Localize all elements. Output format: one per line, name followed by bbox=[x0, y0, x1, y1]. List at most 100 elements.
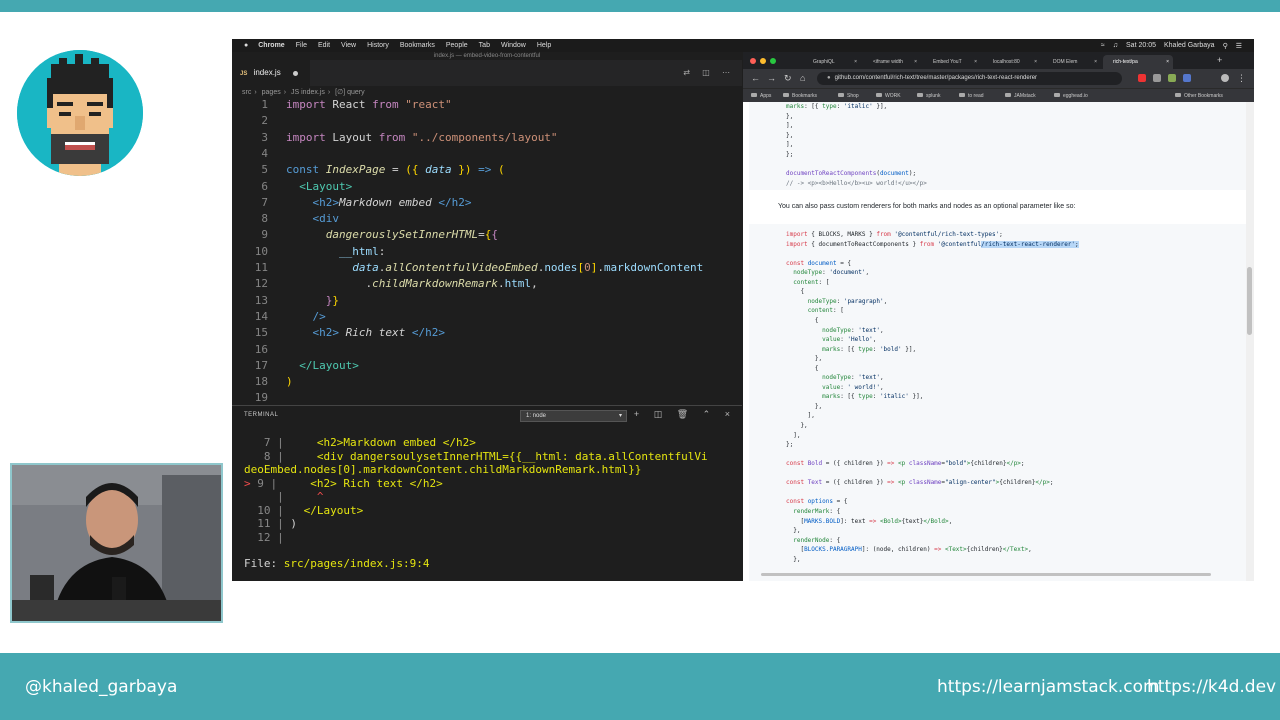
menu-bookmarks[interactable]: Bookmarks bbox=[400, 42, 435, 49]
close-icon[interactable]: × bbox=[1166, 55, 1169, 69]
volume-icon[interactable]: ♫ bbox=[1113, 42, 1118, 49]
zoom-window-icon[interactable] bbox=[770, 58, 776, 64]
breadcrumb-src[interactable]: src bbox=[242, 89, 251, 96]
close-icon[interactable]: × bbox=[725, 409, 730, 419]
menu-window[interactable]: Window bbox=[501, 42, 526, 49]
file-label: File: bbox=[244, 557, 284, 570]
breadcrumb-file[interactable]: JS index.js bbox=[291, 89, 325, 96]
menu-history[interactable]: History bbox=[367, 42, 389, 49]
unsaved-dot-icon[interactable] bbox=[293, 71, 298, 76]
reload-icon[interactable]: ↻ bbox=[784, 73, 792, 84]
breadcrumb-pages[interactable]: pages bbox=[262, 89, 281, 96]
close-icon[interactable]: × bbox=[1034, 55, 1037, 69]
address-bar[interactable]: ● github.com/contentful/rich-text/tree/ma… bbox=[817, 72, 1122, 85]
readme-code-line: // -> <p><b>Hello</b><u> world!</u></p> bbox=[786, 179, 927, 187]
user-name[interactable]: Khaled Garbaya bbox=[1164, 42, 1215, 49]
bookmark-to-read[interactable]: to read bbox=[959, 93, 984, 99]
bookmark-bookmarks[interactable]: Bookmarks bbox=[783, 93, 817, 99]
extension-icon[interactable] bbox=[1138, 74, 1146, 82]
menu-tab[interactable]: Tab bbox=[479, 42, 490, 49]
code-line[interactable]: 19 bbox=[232, 390, 742, 406]
bookmark-splunk[interactable]: splunk bbox=[917, 93, 940, 99]
close-icon[interactable]: × bbox=[1094, 55, 1097, 69]
menu-edit[interactable]: Edit bbox=[318, 42, 330, 49]
menu-app-name[interactable]: Chrome bbox=[258, 42, 284, 49]
back-icon[interactable]: ← bbox=[751, 73, 760, 83]
menu-people[interactable]: People bbox=[446, 42, 468, 49]
maximize-panel-icon[interactable]: ⌃ bbox=[703, 409, 711, 419]
home-icon[interactable]: ⌂ bbox=[800, 73, 805, 83]
browser-tab-graphiql[interactable]: GraphiQL × bbox=[803, 55, 861, 69]
bookmark-shop[interactable]: Shop bbox=[838, 93, 859, 99]
extension-icon[interactable] bbox=[1153, 74, 1161, 82]
code-line[interactable]: 2 bbox=[232, 113, 742, 129]
horizontal-scrollbar[interactable] bbox=[743, 573, 1211, 578]
file-path-link[interactable]: src/pages/index.js:9:4 bbox=[284, 557, 430, 570]
code-line[interactable]: 8 <div bbox=[232, 211, 742, 227]
scrollbar-thumb[interactable] bbox=[761, 573, 1211, 576]
code-line[interactable]: 11 data.allContentfulVideoEmbed.nodes[0]… bbox=[232, 260, 742, 276]
code-line[interactable]: 1 import React from "react" bbox=[232, 97, 742, 113]
code-line[interactable]: 3 import Layout from "../components/layou… bbox=[232, 130, 742, 146]
bookmark-work[interactable]: WORK bbox=[876, 93, 901, 99]
trash-icon[interactable]: 🗑 bbox=[677, 409, 688, 419]
code-line[interactable]: 15 <h2> Rich text </h2> bbox=[232, 325, 742, 341]
bookmark-other[interactable]: Other Bookmarks bbox=[1175, 93, 1223, 99]
apple-icon[interactable]: ● bbox=[244, 42, 248, 49]
tab-actions: ⇄ ◫ ⋯ bbox=[673, 68, 730, 77]
close-window-icon[interactable] bbox=[750, 58, 756, 64]
minimize-window-icon[interactable] bbox=[760, 58, 766, 64]
learnjamstack-link[interactable]: https://learnjamstack.com bbox=[937, 677, 1160, 697]
profile-avatar[interactable] bbox=[1221, 74, 1229, 82]
code-line[interactable]: 4 bbox=[232, 146, 742, 162]
code-line[interactable]: 5 const IndexPage = ({ data }) => ( bbox=[232, 162, 742, 178]
close-icon[interactable]: × bbox=[914, 55, 917, 69]
clock[interactable]: Sat 20:05 bbox=[1126, 42, 1156, 49]
more-actions-icon[interactable]: ⋯ bbox=[722, 68, 730, 77]
browser-tab-dom[interactable]: DOM Elem × bbox=[1043, 55, 1101, 69]
menu-list-icon[interactable]: ☰ bbox=[1236, 42, 1242, 50]
wifi-icon[interactable]: ≈ bbox=[1101, 42, 1105, 49]
forward-icon[interactable]: → bbox=[767, 73, 776, 83]
vertical-scrollbar[interactable] bbox=[1246, 102, 1254, 581]
code-line[interactable]: 7 <h2>Markdown embed </h2> bbox=[232, 195, 742, 211]
breadcrumb-symbol[interactable]: [∅] query bbox=[335, 89, 364, 96]
tab-index-js[interactable]: JS index.js bbox=[232, 60, 310, 86]
menu-file[interactable]: File bbox=[296, 42, 307, 49]
browser-tab-rich-text[interactable]: rich-text/pa × bbox=[1103, 55, 1173, 69]
bookmark-apps[interactable]: Apps bbox=[751, 93, 771, 99]
browser-tab-localhost[interactable]: localhost:80 × bbox=[983, 55, 1041, 69]
bookmark-jamstack[interactable]: JAMstack bbox=[1005, 93, 1036, 99]
code-line[interactable]: 13 }} bbox=[232, 293, 742, 309]
split-terminal-icon[interactable]: ◫ bbox=[654, 409, 663, 419]
browser-tab-youtube[interactable]: Embed YouT × bbox=[923, 55, 981, 69]
menu-help[interactable]: Help bbox=[537, 42, 551, 49]
browser-tab-iframe[interactable]: <iframe width × bbox=[863, 55, 921, 69]
search-icon[interactable]: ⚲ bbox=[1223, 42, 1228, 50]
code-line[interactable]: 14 /> bbox=[232, 309, 742, 325]
code-line[interactable]: 9 dangerouslySetInnerHTML={{ bbox=[232, 227, 742, 243]
extension-icon[interactable] bbox=[1168, 74, 1176, 82]
compare-icon[interactable]: ⇄ bbox=[683, 68, 690, 77]
close-icon[interactable]: × bbox=[974, 55, 977, 69]
terminal-tab[interactable]: TERMINAL bbox=[244, 412, 278, 418]
scrollbar-thumb[interactable] bbox=[1247, 267, 1252, 335]
readme-code-line: }, bbox=[786, 112, 794, 120]
terminal-select[interactable]: 1: node ▾ bbox=[520, 410, 627, 422]
code-line[interactable]: 17 </Layout> bbox=[232, 358, 742, 374]
code-line[interactable]: 18) bbox=[232, 374, 742, 390]
code-editor[interactable]: 1 import React from "react" 2 3 import Layou… bbox=[232, 97, 742, 404]
k4d-link[interactable]: https://k4d.dev bbox=[1147, 677, 1276, 697]
extension-icon[interactable] bbox=[1183, 74, 1191, 82]
kebab-menu-icon[interactable]: ⋮ bbox=[1237, 73, 1246, 84]
new-tab-icon[interactable]: + bbox=[1217, 55, 1222, 65]
bookmark-egghead[interactable]: egghead.io bbox=[1054, 93, 1088, 99]
code-line[interactable]: 6 <Layout> bbox=[232, 179, 742, 195]
code-line[interactable]: 10 __html: bbox=[232, 244, 742, 260]
close-icon[interactable]: × bbox=[854, 55, 857, 69]
split-editor-icon[interactable]: ◫ bbox=[702, 68, 710, 77]
code-line[interactable]: 16 bbox=[232, 342, 742, 358]
add-terminal-icon[interactable]: + bbox=[634, 409, 639, 419]
code-line[interactable]: 12 .childMarkdownRemark.html, bbox=[232, 276, 742, 292]
menu-view[interactable]: View bbox=[341, 42, 356, 49]
